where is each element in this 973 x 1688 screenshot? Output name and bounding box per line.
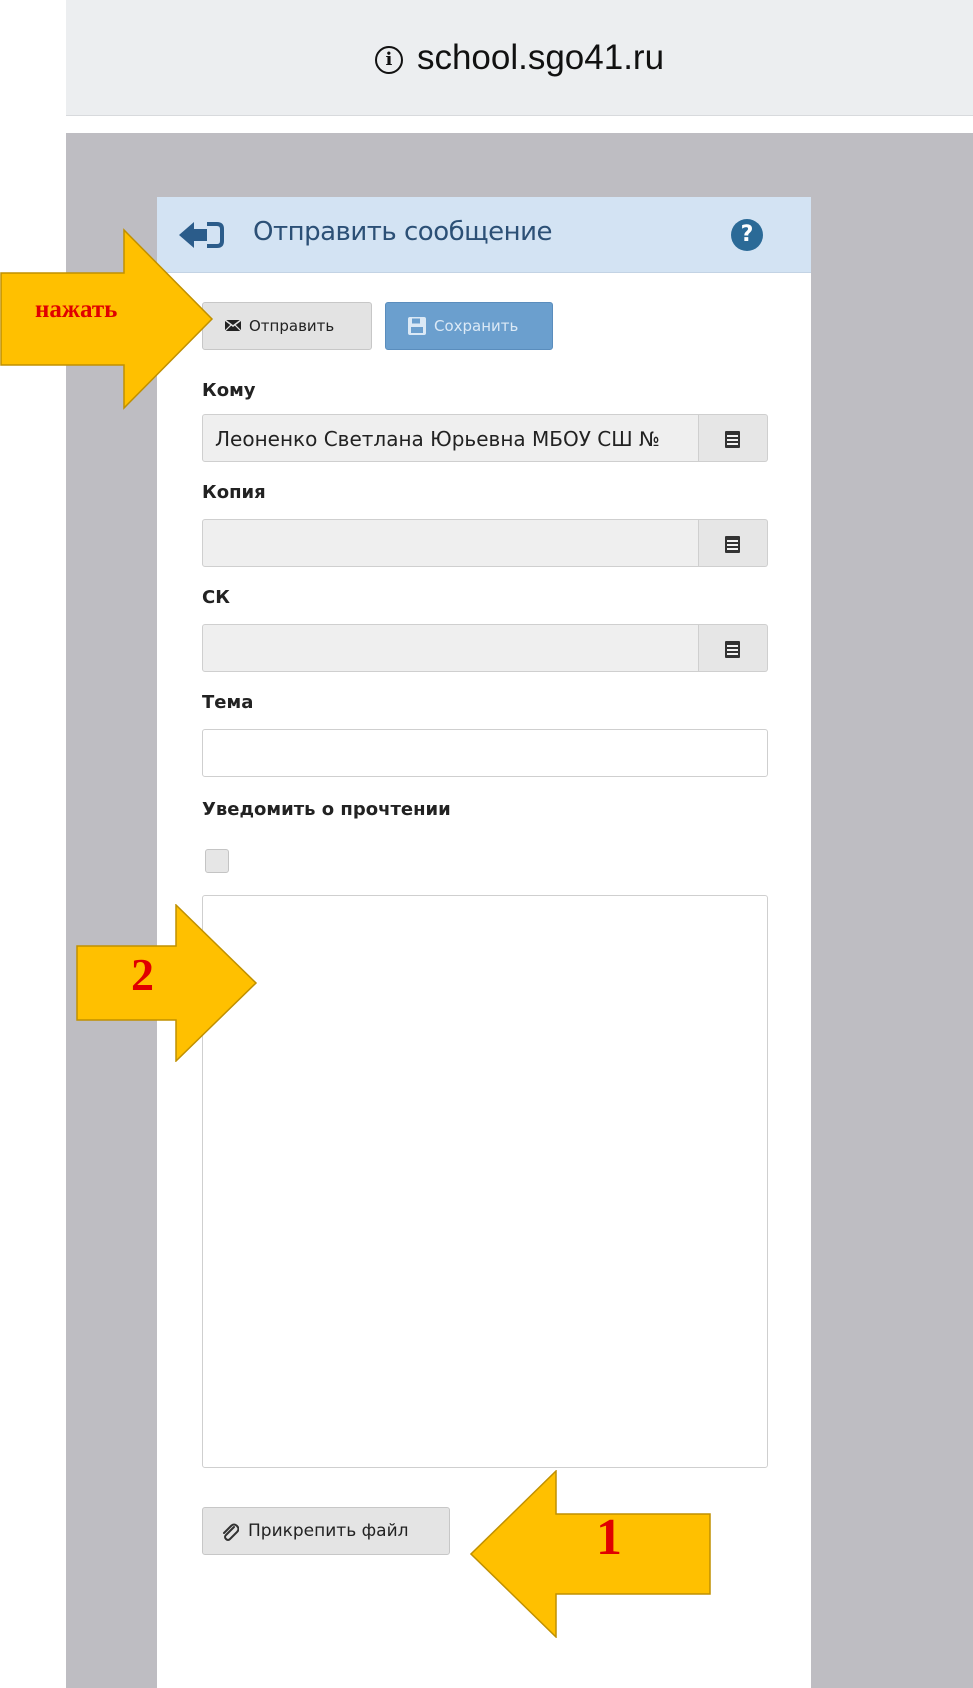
save-disk-icon — [408, 317, 426, 335]
to-field: Леоненко Светлана Юрьевна МБОУ СШ № — [202, 414, 768, 462]
send-button[interactable]: Отправить — [202, 302, 372, 350]
subject-input[interactable] — [202, 729, 768, 777]
annotation-step2-label: 2 — [131, 949, 154, 1000]
browser-url-bar[interactable]: i school.sgo41.ru — [66, 0, 973, 116]
bcc-field — [202, 624, 768, 672]
annotation-press-label: нажать — [35, 296, 118, 323]
to-input[interactable]: Леоненко Светлана Юрьевна МБОУ СШ № — [202, 414, 699, 462]
annotation-step1-label: 1 — [596, 1509, 622, 1566]
copy-input[interactable] — [202, 519, 699, 567]
url-display[interactable]: i school.sgo41.ru — [66, 38, 973, 78]
annotation-arrow-step1 — [470, 1470, 711, 1638]
to-address-book-button[interactable] — [699, 414, 768, 462]
address-book-icon — [725, 536, 740, 553]
bcc-input[interactable] — [202, 624, 699, 672]
save-button[interactable]: Сохранить — [385, 302, 553, 350]
send-button-label: Отправить — [249, 317, 335, 335]
message-body-textarea[interactable] — [202, 895, 768, 1468]
notify-read-checkbox[interactable] — [205, 849, 229, 873]
page-title: Отправить сообщение — [253, 217, 553, 247]
copy-field — [202, 519, 768, 567]
address-book-icon — [725, 431, 740, 448]
annotation-arrow-step2 — [76, 904, 258, 1062]
save-button-label: Сохранить — [434, 317, 519, 335]
bcc-address-book-button[interactable] — [699, 624, 768, 672]
info-icon[interactable]: i — [374, 46, 403, 74]
paperclip-icon — [223, 1523, 239, 1541]
address-book-icon — [725, 641, 740, 658]
subject-label: Тема — [202, 692, 254, 713]
help-icon[interactable]: ? — [731, 219, 763, 251]
attach-file-button[interactable]: Прикрепить файл — [202, 1507, 450, 1555]
envelope-icon — [225, 320, 241, 331]
attach-file-label: Прикрепить файл — [248, 1521, 409, 1541]
url-text: school.sgo41.ru — [416, 38, 665, 77]
copy-address-book-button[interactable] — [699, 519, 768, 567]
panel-header: Отправить сообщение ? — [157, 197, 811, 273]
bcc-label: СК — [202, 587, 230, 608]
copy-label: Копия — [202, 482, 266, 503]
notify-read-label: Уведомить о прочтении — [202, 799, 451, 820]
